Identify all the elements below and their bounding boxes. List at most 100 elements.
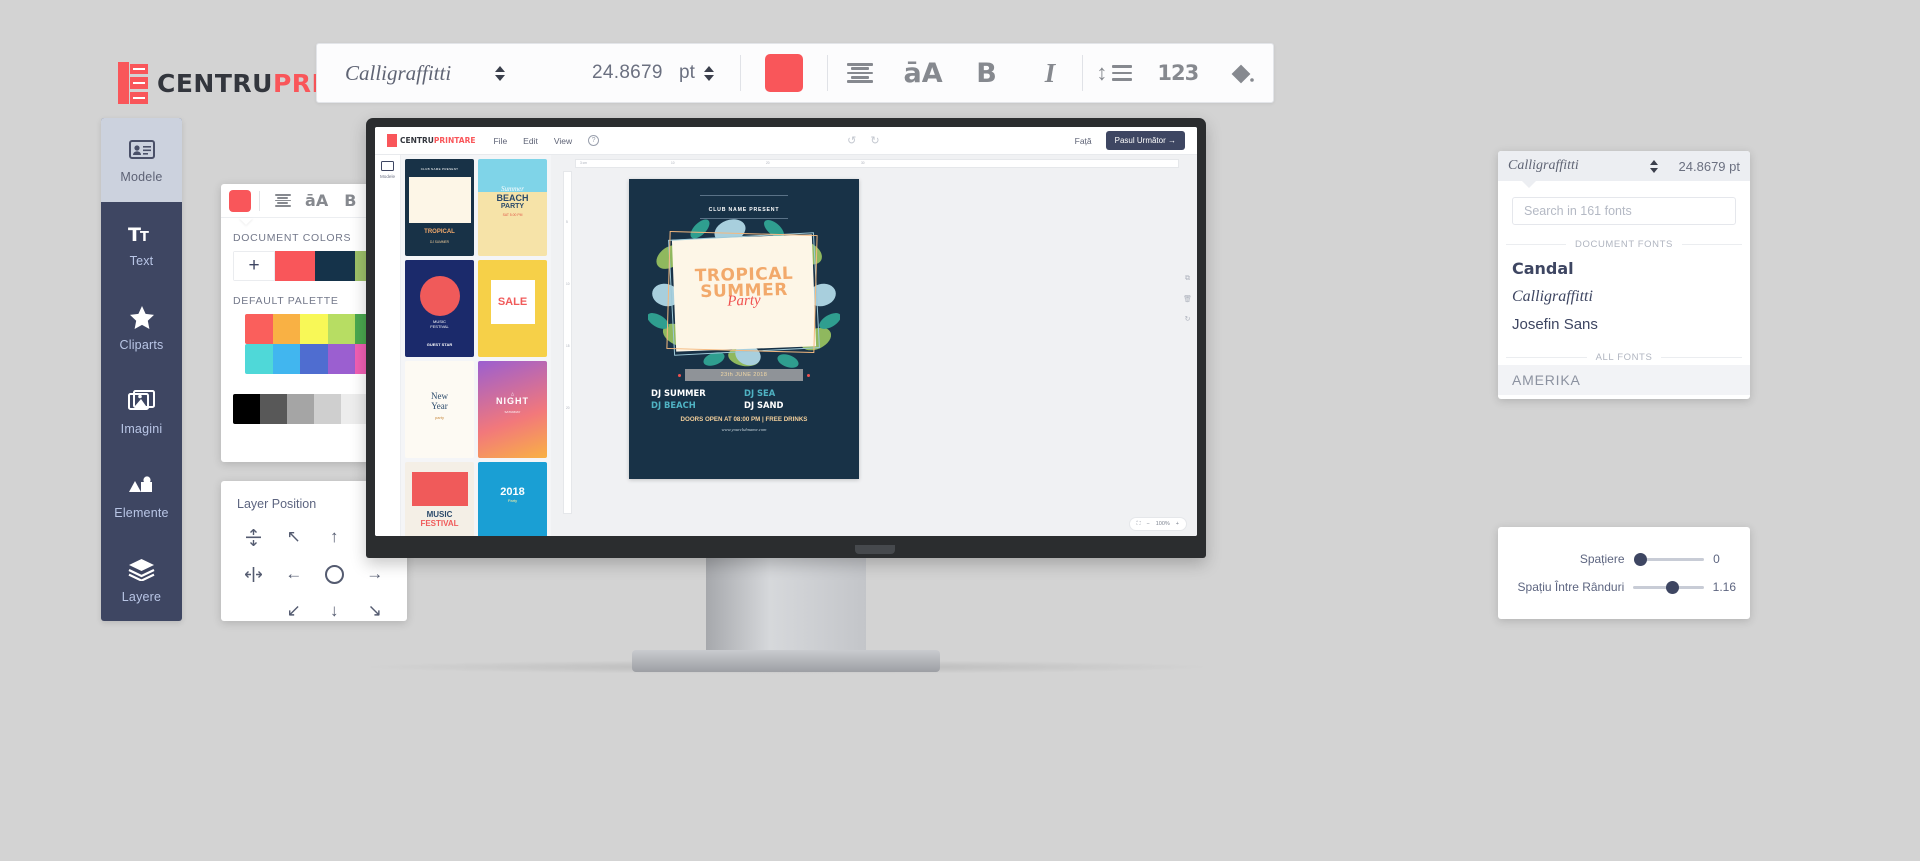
align-center-icon bbox=[274, 194, 291, 207]
italic-button[interactable]: I bbox=[1018, 43, 1081, 103]
center-button[interactable] bbox=[314, 561, 355, 587]
id-card-icon[interactable] bbox=[381, 161, 394, 171]
line-spacing-button[interactable]: ↕ bbox=[1083, 43, 1146, 103]
delete-icon[interactable]: 🗑 bbox=[1183, 295, 1192, 303]
id-card-icon bbox=[128, 137, 155, 163]
template-thumb[interactable]: CLUB NAME PRESENT TROPICAL DJ SUMMER bbox=[405, 159, 474, 256]
template-thumb[interactable]: MUSIC FESTIVAL bbox=[405, 462, 474, 536]
color-panel-swatch[interactable] bbox=[229, 189, 251, 212]
fill-color-button[interactable] bbox=[1210, 43, 1273, 103]
palette-swatch[interactable] bbox=[245, 314, 273, 344]
bold-button[interactable]: B bbox=[336, 191, 366, 210]
palette-swatch[interactable] bbox=[272, 344, 301, 374]
palette-swatch[interactable] bbox=[245, 344, 273, 374]
next-step-button[interactable]: Pasul Următor → bbox=[1105, 131, 1185, 150]
zoom-in-button[interactable]: + bbox=[1176, 521, 1179, 527]
palette-swatch[interactable] bbox=[327, 314, 356, 344]
font-size-control[interactable]: 24.8679 pt bbox=[592, 62, 714, 84]
align-horizontal-center-button[interactable] bbox=[233, 561, 274, 587]
palette-swatch[interactable] bbox=[314, 394, 341, 424]
font-option-candal[interactable]: Candal bbox=[1498, 254, 1750, 283]
font-family-selector[interactable]: Calligraffitti bbox=[1508, 158, 1658, 174]
font-search-input[interactable]: Search in 161 fonts bbox=[1512, 197, 1736, 225]
face-tab[interactable]: Față bbox=[1075, 136, 1092, 146]
sidebar-item-label: Layere bbox=[121, 589, 162, 604]
font-size-stepper-icon[interactable] bbox=[703, 65, 714, 81]
palette-swatch[interactable] bbox=[287, 394, 314, 424]
sidebar-item-label: Cliparts bbox=[119, 337, 164, 352]
slider-knob[interactable] bbox=[1633, 552, 1647, 566]
font-family-selector[interactable]: Calligraffitti bbox=[317, 44, 527, 102]
letter-spacing-slider[interactable] bbox=[1633, 552, 1705, 566]
bold-button[interactable]: B bbox=[955, 43, 1018, 103]
font-family-stepper-icon[interactable] bbox=[495, 65, 505, 81]
palette-swatch[interactable] bbox=[300, 314, 328, 344]
flyer-design[interactable]: CLUB NAME PRESENT TROPICAL SUMMER Party … bbox=[629, 179, 859, 479]
template-thumb[interactable]: SALE bbox=[478, 260, 547, 357]
palette-swatch[interactable] bbox=[272, 314, 301, 344]
format-icon-group: āA B I ↕ 123 bbox=[828, 43, 1273, 103]
palette-swatch[interactable] bbox=[341, 394, 368, 424]
add-color-button[interactable]: + bbox=[233, 251, 275, 281]
move-down-left-button[interactable]: ↙ bbox=[274, 598, 315, 624]
align-vertical-center-button[interactable] bbox=[233, 524, 274, 550]
document-color-swatch[interactable] bbox=[275, 251, 315, 281]
zoom-out-button[interactable]: − bbox=[1146, 521, 1149, 527]
rotate-icon[interactable]: ↻ bbox=[1185, 315, 1191, 323]
numbers-button[interactable]: 123 bbox=[1146, 43, 1209, 103]
text-color-swatch[interactable] bbox=[764, 54, 803, 92]
monitor: CENTRUPRINTARE File Edit View ? ↺ ↻ Față… bbox=[366, 118, 1206, 558]
document-color-swatch[interactable] bbox=[315, 251, 355, 281]
font-family-stepper-icon[interactable] bbox=[1650, 159, 1658, 173]
monitor-screen: CENTRUPRINTARE File Edit View ? ↺ ↻ Față… bbox=[375, 127, 1197, 536]
duplicate-icon[interactable]: ⧉ bbox=[1185, 275, 1190, 283]
sidebar-item-cliparts[interactable]: Cliparts bbox=[101, 286, 182, 370]
palette-swatch[interactable] bbox=[233, 394, 260, 424]
move-left-button[interactable]: ← bbox=[274, 561, 315, 587]
template-thumb[interactable]: New Year party bbox=[405, 361, 474, 458]
font-option-josefin-sans[interactable]: Josefin Sans bbox=[1498, 311, 1750, 338]
palette-row bbox=[245, 344, 383, 374]
font-size-unit: pt bbox=[679, 62, 695, 83]
sidebar-item-imagini[interactable]: Imagini bbox=[101, 370, 182, 454]
move-up-left-button[interactable]: ↖ bbox=[274, 524, 315, 550]
font-option-calligraffitti[interactable]: Calligraffitti bbox=[1498, 283, 1750, 311]
sidebar-item-modele[interactable]: Modele bbox=[101, 118, 182, 202]
line-spacing-label: Spațiu Între Rânduri bbox=[1517, 580, 1625, 594]
move-down-right-button[interactable]: ↘ bbox=[355, 598, 396, 624]
fill-color-icon bbox=[1231, 64, 1255, 84]
template-thumb[interactable]: 2018 Party 31 YOUR PLACE bbox=[478, 462, 547, 536]
template-thumb[interactable]: Summer BEACH PARTY SAT 5.00 PM bbox=[478, 159, 547, 256]
template-thumb[interactable]: MUSIC FESTIVAL GUEST STAR bbox=[405, 260, 474, 357]
menu-view[interactable]: View bbox=[554, 136, 572, 146]
menu-edit[interactable]: Edit bbox=[523, 136, 538, 146]
undo-icon[interactable]: ↺ bbox=[847, 134, 856, 147]
align-center-button[interactable] bbox=[268, 194, 298, 207]
help-icon[interactable]: ? bbox=[588, 135, 600, 146]
template-thumb[interactable]: △ NIGHT SATURDAY bbox=[478, 361, 547, 458]
template-list[interactable]: CLUB NAME PRESENT TROPICAL DJ SUMMER Sum… bbox=[401, 155, 551, 536]
menu-file[interactable]: File bbox=[493, 136, 507, 146]
text-case-button[interactable]: āA bbox=[891, 43, 954, 103]
move-right-button[interactable]: → bbox=[355, 561, 396, 587]
palette-swatch[interactable] bbox=[327, 344, 356, 374]
palette-swatch[interactable] bbox=[260, 394, 287, 424]
move-up-button[interactable]: ↑ bbox=[314, 524, 355, 550]
redo-icon[interactable]: ↻ bbox=[870, 134, 879, 147]
sidebar-item-elemente[interactable]: Elemente bbox=[101, 454, 182, 538]
fit-screen-icon[interactable]: ⛶ bbox=[1137, 521, 1141, 528]
zoom-controls[interactable]: ⛶ − 100% + bbox=[1128, 517, 1187, 531]
font-option-amerika[interactable]: AMERIKA bbox=[1498, 365, 1750, 395]
slider-knob[interactable] bbox=[1666, 580, 1680, 594]
line-spacing-slider[interactable] bbox=[1633, 580, 1704, 594]
align-center-button[interactable] bbox=[828, 43, 891, 103]
canvas-area[interactable]: 3 cm 10 20 30 5 10 15 20 CLUB NAME PRESE… bbox=[551, 155, 1197, 536]
text-case-button[interactable]: āA bbox=[302, 191, 332, 210]
left-sidebar: Modele TT Text Cliparts Imagini Elemente… bbox=[101, 118, 182, 621]
sidebar-item-text[interactable]: TT Text bbox=[101, 202, 182, 286]
letter-spacing-value: 0 bbox=[1713, 552, 1720, 566]
sidebar-item-layere[interactable]: Layere bbox=[101, 538, 182, 621]
monitor-notch bbox=[855, 545, 895, 554]
palette-swatch[interactable] bbox=[300, 344, 328, 374]
move-down-button[interactable]: ↓ bbox=[314, 598, 355, 624]
